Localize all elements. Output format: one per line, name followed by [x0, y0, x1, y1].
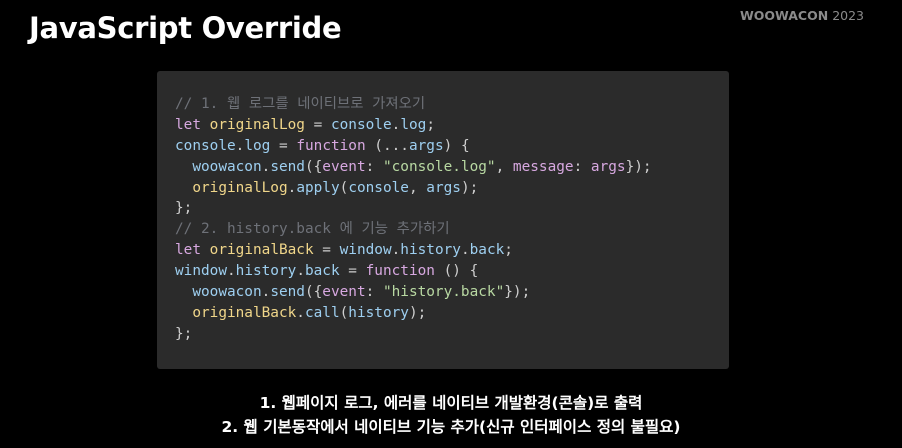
- code-token: .: [296, 263, 305, 280]
- code-token: log: [244, 137, 271, 154]
- code-token: back: [304, 263, 340, 280]
- code-line: // 1. 웹 로그를 네이티브로 가져오기: [175, 94, 729, 115]
- code-token: args: [590, 158, 626, 175]
- code-token: function: [296, 137, 366, 154]
- code-line: woowacon.send({event: "history.back"});: [175, 282, 729, 303]
- code-token: originalLog: [192, 179, 288, 196]
- code-token: :: [573, 158, 591, 175]
- code-token: // 2. history.back 에 기능 추가하기: [175, 221, 450, 238]
- code-token: });: [504, 284, 531, 301]
- code-token: });: [625, 158, 652, 175]
- code-token: log: [400, 116, 427, 133]
- code-token: =: [270, 137, 297, 154]
- code-token: =: [304, 116, 331, 133]
- code-token: let: [175, 242, 201, 259]
- code-token: =: [339, 263, 366, 280]
- code-token: send: [270, 284, 305, 301]
- code-token: (: [339, 179, 349, 196]
- code-token: ;: [504, 242, 513, 259]
- caption-line-1: 1. 웹페이지 로그, 에러를 네이티브 개발환경(콘솔)로 출력: [259, 394, 643, 412]
- code-token: originalLog: [209, 116, 305, 133]
- slide-title: JavaScript Override: [29, 11, 342, 45]
- code-token: console: [348, 179, 409, 196]
- code-token: event: [322, 158, 366, 175]
- code-token: woowacon: [192, 284, 262, 301]
- code-token: originalBack: [209, 242, 314, 259]
- code-token: ({: [304, 284, 323, 301]
- code-token: window: [175, 263, 227, 280]
- code-token: console: [175, 137, 236, 154]
- code-token: .: [460, 242, 470, 259]
- code-line: woowacon.send({event: "console.log", mes…: [175, 157, 729, 178]
- code-token: :: [365, 284, 383, 301]
- code-token: ,: [495, 158, 513, 175]
- caption-line-2: 2. 웹 기본동작에서 네이티브 기능 추가(신규 인터페이스 정의 불필요): [221, 418, 681, 436]
- code-line: };: [175, 198, 729, 219]
- code-line: originalLog.apply(console, args);: [175, 178, 729, 199]
- code-token: console: [330, 116, 392, 133]
- code-block: // 1. 웹 로그를 네이티브로 가져오기 let originalLog = …: [157, 71, 729, 369]
- code-token: .: [261, 284, 271, 301]
- code-line: let originalLog = console.log;: [175, 115, 729, 136]
- code-token: history: [400, 242, 461, 259]
- code-token: send: [270, 158, 305, 175]
- code-token: ({: [304, 158, 323, 175]
- code-token: args: [408, 137, 444, 154]
- code-token: "console.log": [382, 158, 496, 175]
- code-token: =: [313, 242, 340, 259]
- code-token: apply: [296, 179, 340, 196]
- code-token: .: [391, 116, 401, 133]
- code-token: };: [175, 200, 193, 217]
- code-token: .: [261, 158, 271, 175]
- code-token: (...: [365, 137, 409, 154]
- code-token: message: [512, 158, 574, 175]
- code-token: back: [469, 242, 505, 259]
- code-token: woowacon: [192, 158, 262, 175]
- code-token: ;: [426, 116, 435, 133]
- code-line: console.log = function (...args) {: [175, 136, 729, 157]
- code-token: .: [391, 242, 401, 259]
- code-token: .: [287, 179, 297, 196]
- caption-list: 1. 웹페이지 로그, 에러를 네이티브 개발환경(콘솔)로 출력 2. 웹 기…: [0, 391, 902, 439]
- code-token: args: [426, 179, 461, 196]
- code-line: };: [175, 324, 729, 345]
- code-token: );: [408, 304, 427, 321]
- conference-brand: WOOWACON 2023: [740, 8, 864, 24]
- code-token: window: [339, 242, 392, 259]
- code-token: .: [296, 304, 305, 321]
- code-token: let: [175, 116, 201, 133]
- code-token: );: [460, 179, 479, 196]
- code-token: ,: [408, 179, 427, 196]
- code-token: history: [235, 263, 297, 280]
- code-token: };: [175, 325, 193, 342]
- brand-year: 2023: [832, 8, 864, 23]
- code-line: // 2. history.back 에 기능 추가하기: [175, 219, 729, 240]
- code-line: originalBack.call(history);: [175, 303, 729, 324]
- code-token: .: [226, 263, 236, 280]
- code-line: let originalBack = window.history.back;: [175, 240, 729, 261]
- code-token: ) {: [443, 137, 470, 154]
- code-token: originalBack: [192, 304, 297, 321]
- code-token: // 1. 웹 로그를 네이티브로 가져오기: [175, 96, 426, 112]
- code-token: :: [365, 158, 383, 175]
- code-token: function: [365, 263, 435, 280]
- code-token: event: [322, 284, 366, 301]
- code-token: (: [339, 304, 349, 321]
- code-content: // 1. 웹 로그를 네이티브로 가져오기 let originalLog = …: [175, 94, 729, 345]
- code-token: call: [304, 304, 340, 321]
- code-token: () {: [434, 263, 479, 280]
- brand-name: WOOWACON: [739, 8, 829, 23]
- presentation-slide: JavaScript Override WOOWACON 2023 // 1. 웹…: [0, 0, 902, 448]
- code-token: "history.back": [382, 284, 505, 301]
- code-line: window.history.back = function () {: [175, 261, 729, 282]
- code-token: history: [348, 304, 409, 321]
